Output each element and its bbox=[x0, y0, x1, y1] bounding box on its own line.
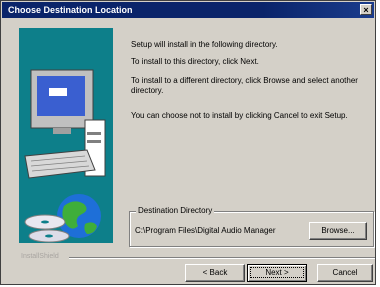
cancel-button[interactable]: Cancel bbox=[317, 264, 373, 282]
message-line-1: Setup will install in the following dire… bbox=[131, 40, 278, 49]
destination-directory-group: Destination Directory C:\Program Files\D… bbox=[129, 206, 374, 247]
message-line-3: To install to a different directory, cli… bbox=[131, 76, 358, 95]
back-button[interactable]: < Back bbox=[185, 264, 245, 282]
installshield-brand: InstallShield bbox=[21, 253, 59, 260]
close-button[interactable]: × bbox=[360, 4, 372, 15]
browse-button-label: Browse... bbox=[321, 226, 355, 235]
footer-separator bbox=[69, 257, 375, 259]
destination-path: C:\Program Files\Digital Audio Manager bbox=[135, 226, 276, 235]
setup-artwork bbox=[19, 28, 113, 243]
message-line-4: You can choose not to install by clickin… bbox=[131, 111, 348, 120]
back-button-label: < Back bbox=[202, 268, 228, 277]
cancel-button-label: Cancel bbox=[332, 268, 358, 277]
close-icon: × bbox=[363, 5, 369, 15]
destination-group-label: Destination Directory bbox=[136, 206, 215, 215]
next-button-label: Next > bbox=[265, 268, 289, 277]
browse-button[interactable]: Browse... bbox=[309, 222, 367, 240]
title-bar[interactable]: Choose Destination Location × bbox=[2, 2, 374, 18]
setup-dialog: Choose Destination Location × Setup will… bbox=[0, 0, 376, 285]
computer-cd-globe-illustration bbox=[24, 69, 106, 243]
message-line-2: To install to this directory, click Next… bbox=[131, 57, 259, 66]
window-title: Choose Destination Location bbox=[8, 5, 133, 15]
next-button[interactable]: Next > bbox=[247, 264, 307, 282]
